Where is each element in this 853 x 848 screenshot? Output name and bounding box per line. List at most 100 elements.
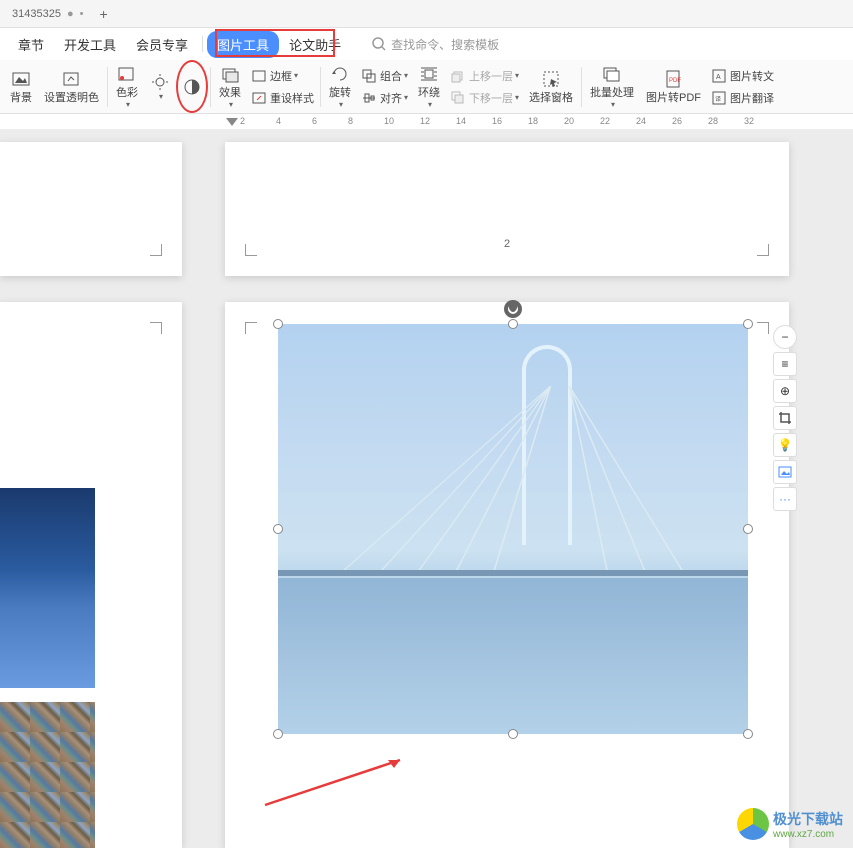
- side-zoom-button[interactable]: ⊕: [773, 379, 797, 403]
- tool-arrange-group: 组合▾ 对齐▾: [357, 60, 412, 113]
- tool-select-pane[interactable]: 选择窗格: [523, 60, 579, 113]
- tool-align[interactable]: 对齐▾: [357, 88, 412, 108]
- tool-reset-label: 重设样式: [270, 90, 314, 106]
- resize-handle-sw[interactable]: [273, 729, 283, 739]
- tool-rotate-label: 旋转: [329, 84, 351, 100]
- rotate-icon: [330, 64, 350, 84]
- page-prev-right: 2: [225, 142, 789, 276]
- tool-wrap[interactable]: 环绕▾: [412, 60, 446, 113]
- svg-text:译: 译: [715, 95, 721, 103]
- tool-wrap-label: 环绕: [418, 84, 440, 100]
- tool-combine[interactable]: 组合▾: [357, 66, 412, 86]
- up-layer-icon: [450, 68, 466, 84]
- main-menu-bar: 章节 开发工具 会员专享 图片工具 论文助手 查找命令、搜索模板: [0, 28, 853, 60]
- batch-icon: [602, 64, 622, 84]
- watermark-logo-icon: [737, 808, 769, 840]
- resize-handle-e[interactable]: [743, 524, 753, 534]
- dropdown-icon: ▾: [428, 100, 432, 109]
- tool-combine-label: 组合: [380, 68, 402, 84]
- side-collapse-button[interactable]: −: [773, 325, 797, 349]
- page-margin-corner: [245, 244, 257, 256]
- resize-handle-ne[interactable]: [743, 319, 753, 329]
- tool-pic-translate[interactable]: 译 图片翻译: [707, 88, 778, 108]
- tool-effect-label: 效果: [219, 84, 241, 100]
- tool-effect[interactable]: 效果▾: [213, 60, 247, 113]
- zoom-icon: ⊕: [780, 384, 790, 398]
- dropdown-icon: ▾: [404, 93, 408, 102]
- menu-devtools[interactable]: 开发工具: [54, 31, 126, 58]
- modified-indicator-icon: ●: [67, 8, 74, 20]
- page-current-left: [0, 302, 182, 848]
- toolbar-separator: [210, 67, 211, 107]
- ruler-tick-label: 8: [348, 116, 353, 126]
- horizontal-ruler: 24681012141618202224262832: [0, 114, 853, 130]
- ruler-tick-label: 2: [240, 116, 245, 126]
- menu-member[interactable]: 会员专享: [126, 31, 198, 58]
- dropdown-icon: ▾: [126, 100, 130, 109]
- side-idea-button[interactable]: 💡: [773, 433, 797, 457]
- ribbon-toolbar: 背景 设置透明色 色彩▾ ▾ 效果▾ 边框▾ 重设样式 旋转▾: [0, 60, 853, 114]
- tool-pic2pdf-label: 图片转PDF: [646, 89, 701, 105]
- document-tab[interactable]: 31435325 ● •: [4, 2, 91, 26]
- tool-pic2text-label: 图片转文: [730, 68, 774, 84]
- search-icon: [371, 36, 387, 52]
- minus-icon: −: [781, 330, 788, 344]
- command-search[interactable]: 查找命令、搜索模板: [371, 36, 499, 53]
- rotate-handle[interactable]: [504, 300, 522, 318]
- dropdown-icon: ▾: [515, 93, 519, 102]
- select-pane-icon: [541, 69, 561, 89]
- tool-batch[interactable]: 批量处理▾: [584, 60, 640, 113]
- resize-handle-se[interactable]: [743, 729, 753, 739]
- side-picture-button[interactable]: [773, 460, 797, 484]
- dropdown-icon: ▾: [515, 71, 519, 80]
- tool-rotate[interactable]: 旋转▾: [323, 60, 357, 113]
- side-crop-button[interactable]: [773, 406, 797, 430]
- tool-color[interactable]: 色彩▾: [110, 60, 144, 113]
- tool-background[interactable]: 背景: [4, 60, 38, 113]
- tool-contrast[interactable]: [176, 60, 208, 113]
- tool-pic2pdf[interactable]: PDF 图片转PDF: [640, 60, 707, 113]
- tool-up-layer-label: 上移一层: [469, 68, 513, 84]
- border-icon: [251, 68, 267, 84]
- tool-pic2text[interactable]: A 图片转文: [707, 66, 778, 86]
- side-layout-button[interactable]: ≡: [773, 352, 797, 376]
- more-icon: ···: [779, 492, 791, 506]
- add-tab-button[interactable]: +: [91, 6, 115, 22]
- tool-batch-label: 批量处理: [590, 84, 634, 100]
- tool-transparent[interactable]: 设置透明色: [38, 60, 105, 113]
- color-icon: [117, 64, 137, 84]
- ruler-tick-label: 18: [528, 116, 538, 126]
- resize-handle-nw[interactable]: [273, 319, 283, 329]
- menu-separator: [202, 36, 203, 52]
- ruler-indent-marker[interactable]: [226, 118, 238, 128]
- thumbnail-image-buildings[interactable]: [0, 702, 95, 848]
- toolbar-separator: [107, 67, 108, 107]
- tool-brightness[interactable]: ▾: [144, 60, 176, 113]
- tool-color-label: 色彩: [116, 84, 138, 100]
- resize-handle-s[interactable]: [508, 729, 518, 739]
- layout-icon: ≡: [781, 357, 788, 371]
- thumbnail-image-sky[interactable]: [0, 488, 95, 688]
- image-content-bridge: [278, 324, 748, 734]
- ruler-tick-label: 4: [276, 116, 281, 126]
- tool-border[interactable]: 边框▾: [247, 66, 318, 86]
- pdf-icon: PDF: [664, 69, 684, 89]
- background-icon: [11, 69, 31, 89]
- pic2text-icon: A: [711, 68, 727, 84]
- side-more-button[interactable]: ···: [773, 487, 797, 511]
- document-canvas[interactable]: 2: [0, 130, 853, 848]
- ruler-tick-label: 32: [744, 116, 754, 126]
- ruler-tick-label: 16: [492, 116, 502, 126]
- menu-chapter[interactable]: 章节: [8, 31, 54, 58]
- watermark-url: www.xz7.com: [773, 829, 843, 840]
- close-tab-icon[interactable]: •: [80, 8, 84, 20]
- toolbar-separator: [320, 67, 321, 107]
- resize-handle-n[interactable]: [508, 319, 518, 329]
- svg-text:PDF: PDF: [669, 78, 681, 84]
- resize-handle-w[interactable]: [273, 524, 283, 534]
- tool-reset-style[interactable]: 重设样式: [247, 88, 318, 108]
- tool-border-group: 边框▾ 重设样式: [247, 60, 318, 113]
- svg-text:A: A: [716, 74, 721, 81]
- selected-image[interactable]: [278, 324, 748, 734]
- bulb-icon: 💡: [778, 438, 793, 452]
